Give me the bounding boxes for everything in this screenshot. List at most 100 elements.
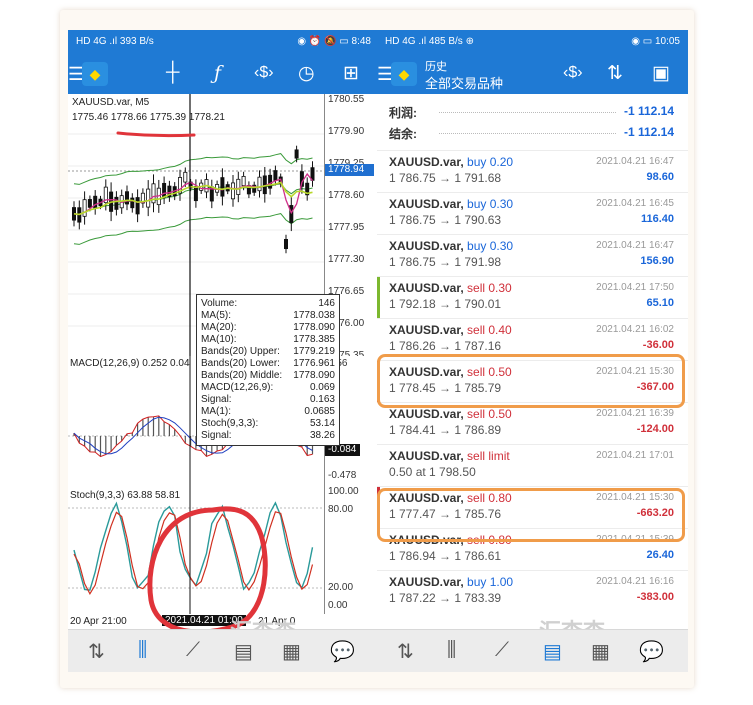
status-bar: HD 4G .ıl 393 B/s ◉ ⏰ 🔕 ▭ 8:48 <box>68 30 379 54</box>
stoch-tick: 0.00 <box>328 600 348 611</box>
data-window-key: Bands(20) Middle: <box>201 370 283 381</box>
messages-tab-icon[interactable]: 💬 <box>330 639 355 664</box>
data-window: Volume: 146 MA(5): 1778.038 MA(20): 1778.090 M… <box>196 294 340 446</box>
data-window-row: Bands(20) Middle: 1778.090 <box>201 370 335 381</box>
indicators-icon[interactable]: ƒ <box>214 62 221 84</box>
data-window-value: 38.26 <box>309 430 335 441</box>
data-window-key: MA(10): <box>201 334 237 345</box>
messages-tab-icon[interactable]: 💬 <box>639 639 664 664</box>
trade-row[interactable]: XAUUSD.var, buy 0.20 1 786.75 → 1 791.68 2… <box>377 150 688 192</box>
trade-row[interactable]: XAUUSD.var, buy 0.30 1 786.75 → 1 791.98 2… <box>377 234 688 276</box>
trade-profit: 116.40 <box>640 213 674 225</box>
price-tick: 1779.90 <box>328 126 365 137</box>
news-tab-icon[interactable]: ▦ <box>282 639 301 664</box>
data-window-row: Signal: 0.163 <box>201 394 335 405</box>
trade-date: 2021.04.21 16:47 <box>596 156 674 167</box>
trade-prices: 1 787.22 → 1 783.39 <box>389 591 502 605</box>
status-left: HD 4G .ıl 485 B/s ⊕ <box>385 36 474 47</box>
sort-icon[interactable]: ⇅ <box>607 62 623 85</box>
chart-tab-icon[interactable]: ⫼ <box>138 639 147 662</box>
status-right: ◉ ▭ 10:05 <box>631 36 680 47</box>
data-window-row: Bands(20) Lower: 1776.961 <box>201 358 335 369</box>
data-window-key: Bands(20) Upper: <box>201 346 280 357</box>
quotes-icon[interactable]: ⇅ <box>397 639 414 664</box>
trade-symbol: XAUUSD.var, buy 0.30 <box>389 239 514 253</box>
data-window-key: MA(1): <box>201 406 231 417</box>
balance-value: -1 112.14 <box>623 125 674 139</box>
data-window-value: 0.069 <box>309 382 335 393</box>
trade-tab-icon[interactable]: ⟋ <box>186 639 200 662</box>
data-window-key: Signal: <box>201 394 232 405</box>
data-window-key: Signal: <box>201 430 232 441</box>
data-window-key: MACD(12,26,9): <box>201 382 274 393</box>
trade-side: sell 0.30 <box>467 281 512 295</box>
trade-prices: 0.50 at 1 798.50 <box>389 465 476 479</box>
data-window-row: Signal: 38.26 <box>201 430 335 441</box>
status-bar: HD 4G .ıl 485 B/s ⊕ ◉ ▭ 10:05 <box>377 30 688 54</box>
quotes-icon[interactable]: ⇅ <box>88 639 105 664</box>
trade-tab-icon[interactable]: ⟋ <box>495 639 509 662</box>
bottom-nav: ⇅ ⫼ ⟋ ▤ ▦ 💬 <box>377 629 688 672</box>
time-label: 20 Apr 21:00 <box>70 616 127 627</box>
data-window-row: Bands(20) Upper: 1779.219 <box>201 346 335 357</box>
macd-header: MACD(12,26,9) 0.252 0.04 <box>70 358 190 369</box>
trade-side: buy 0.30 <box>467 239 514 253</box>
data-window-value: 1776.961 <box>293 358 335 369</box>
history-screen: HD 4G .ıl 485 B/s ⊕ ◉ ▭ 10:05 ☰ ◆ 历史 全部交… <box>377 30 688 672</box>
price-tick: 1780.55 <box>328 94 365 105</box>
profit-row: 利润: -1 112.14 <box>377 101 688 122</box>
trade-symbol: XAUUSD.var, sell 0.40 <box>389 323 512 337</box>
trade-row[interactable]: XAUUSD.var, buy 1.00 1 787.22 → 1 783.39 2… <box>377 570 688 612</box>
trade-side: buy 1.00 <box>467 575 514 589</box>
price-tick: 1777.30 <box>328 254 365 265</box>
chart-toolbar: ☰ ◆ ┼ ƒ ‹$› ◷ ⊞ <box>68 54 379 94</box>
stoch-tick: 100.00 <box>328 486 359 497</box>
trade-profit: 26.40 <box>646 549 674 561</box>
trade-row[interactable]: XAUUSD.var, buy 0.30 1 786.75 → 1 790.63 2… <box>377 192 688 234</box>
new-order-icon[interactable]: ⊞ <box>343 62 359 85</box>
trade-row[interactable]: XAUUSD.var, sell 0.50 1 784.41 → 1 786.89… <box>377 402 688 444</box>
balance-row: 结余: -1 112.14 <box>377 122 688 143</box>
trade-prices: 1 784.41 → 1 786.89 <box>389 423 502 437</box>
trade-date: 2021.04.21 17:50 <box>596 282 674 293</box>
calendar-icon[interactable]: ▣ <box>652 62 670 85</box>
trade-row[interactable]: XAUUSD.var, sell 0.30 1 792.18 → 1 790.01… <box>377 276 688 318</box>
trade-row[interactable]: XAUUSD.var, sell limit 0.50 at 1 798.50 20… <box>377 444 688 486</box>
history-toolbar: ☰ ◆ 历史 全部交易品种 ‹$› ⇅ ▣ <box>377 54 688 94</box>
data-window-key: Volume: <box>201 298 238 309</box>
trade-date: 2021.04.21 16:47 <box>596 240 674 251</box>
trade-symbol: XAUUSD.var, sell 0.50 <box>389 407 512 421</box>
highlight-box <box>377 354 685 408</box>
chart-tab-icon[interactable]: ⫼ <box>447 639 456 662</box>
trade-date: 2021.04.21 16:16 <box>596 576 674 587</box>
data-window-value: 0.163 <box>309 394 335 405</box>
trade-symbol: XAUUSD.var, buy 0.20 <box>389 155 514 169</box>
history-tab-icon[interactable]: ▤ <box>234 639 253 664</box>
trade-icon[interactable]: ‹$› <box>254 64 274 82</box>
data-window-row: Volume: 146 <box>201 298 335 309</box>
data-window-key: Stoch(9,3,3): <box>201 418 259 429</box>
stoch-axis: 100.00 80.00 20.00 0.00 <box>324 486 379 614</box>
timeframe-icon[interactable]: ◷ <box>298 62 315 85</box>
status-right: ◉ ⏰ 🔕 ▭ 8:48 <box>297 36 371 47</box>
data-window-row: MA(20): 1778.090 <box>201 322 335 333</box>
red-underline-mark <box>116 131 196 138</box>
app-logo: ◆ <box>391 62 417 86</box>
trade-prices: 1 786.75 → 1 790.63 <box>389 213 502 227</box>
trade-icon[interactable]: ‹$› <box>563 64 583 82</box>
data-window-value: 1778.038 <box>293 310 335 321</box>
chart-screen: HD 4G .ıl 393 B/s ◉ ⏰ 🔕 ▭ 8:48 ☰ ◆ ┼ ƒ ‹… <box>68 30 379 672</box>
crosshair-icon[interactable]: ┼ <box>166 62 179 84</box>
trade-side: sell 0.50 <box>467 407 512 421</box>
profit-value: -1 112.14 <box>623 104 674 118</box>
bottom-nav: ⇅ ⫼ ⟋ ▤ ▦ 💬 <box>68 629 379 672</box>
data-window-value: 1778.090 <box>293 370 335 381</box>
current-price-label: 1778.94 <box>325 164 374 176</box>
page-title: 历史 <box>425 61 447 73</box>
data-window-row: MA(10): 1778.385 <box>201 334 335 345</box>
data-window-key: MA(5): <box>201 310 231 321</box>
history-tab-icon[interactable]: ▤ <box>543 639 562 664</box>
trade-symbol: XAUUSD.var, buy 0.30 <box>389 197 514 211</box>
trade-side: buy 0.30 <box>467 197 514 211</box>
news-tab-icon[interactable]: ▦ <box>591 639 610 664</box>
